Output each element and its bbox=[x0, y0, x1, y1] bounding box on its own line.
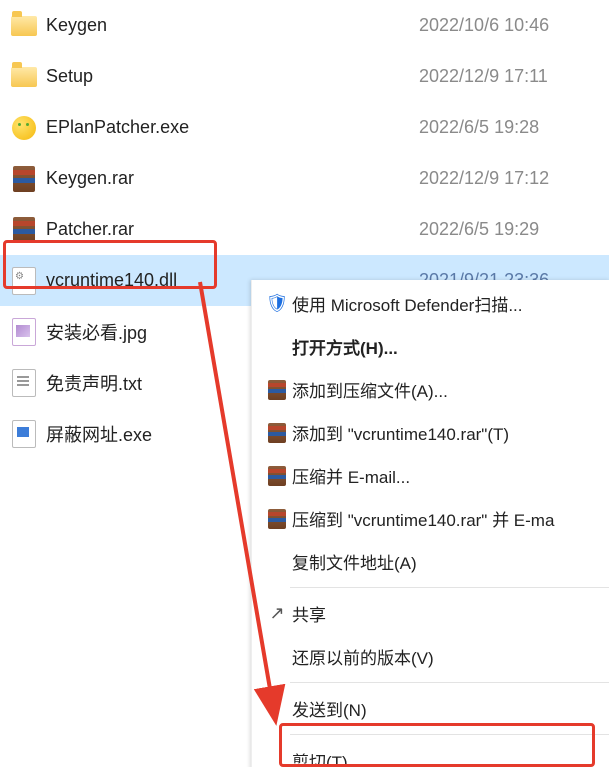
txt-icon bbox=[10, 369, 38, 397]
menu-label: 共享 bbox=[292, 601, 326, 626]
menu-label: 发送到(N) bbox=[292, 696, 367, 721]
menu-label: 压缩到 "vcruntime140.rar" 并 E-ma bbox=[292, 506, 554, 531]
menu-label: 打开方式(H)... bbox=[292, 334, 398, 359]
file-date: 2022/6/5 19:28 bbox=[419, 117, 609, 138]
share-icon: ↗ bbox=[262, 604, 292, 624]
menu-item-compress-email[interactable]: 压缩并 E-mail... bbox=[252, 454, 609, 497]
blank-icon bbox=[262, 552, 292, 572]
menu-label: 使用 Microsoft Defender扫描... bbox=[292, 291, 523, 316]
file-name: Keygen.rar bbox=[46, 168, 419, 189]
rar-icon bbox=[10, 216, 38, 244]
blank-icon bbox=[262, 699, 292, 719]
dll-icon bbox=[10, 267, 38, 295]
file-date: 2022/6/5 19:29 bbox=[419, 219, 609, 240]
file-date: 2022/12/9 17:12 bbox=[419, 168, 609, 189]
file-name: Keygen bbox=[46, 15, 419, 36]
file-row[interactable]: Setup 2022/12/9 17:11 bbox=[0, 51, 609, 102]
menu-label: 剪切(T) bbox=[292, 748, 348, 767]
menu-separator bbox=[290, 734, 609, 735]
menu-item-add-to-rar[interactable]: 添加到 "vcruntime140.rar"(T) bbox=[252, 411, 609, 454]
exe-icon bbox=[10, 420, 38, 448]
folder-icon bbox=[10, 63, 38, 91]
blank-icon bbox=[262, 751, 292, 767]
file-name: Setup bbox=[46, 66, 419, 87]
menu-label: 添加到压缩文件(A)... bbox=[292, 377, 448, 402]
file-date: 2022/12/9 17:11 bbox=[419, 66, 609, 87]
rar-icon bbox=[10, 165, 38, 193]
rar-icon bbox=[262, 380, 292, 400]
shield-icon: 🛡 bbox=[262, 294, 292, 314]
blank-icon bbox=[262, 647, 292, 667]
menu-item-compress-to-rar-email[interactable]: 压缩到 "vcruntime140.rar" 并 E-ma bbox=[252, 497, 609, 540]
file-name: Patcher.rar bbox=[46, 219, 419, 240]
menu-item-restore-version[interactable]: 还原以前的版本(V) bbox=[252, 635, 609, 678]
file-row[interactable]: EPlanPatcher.exe 2022/6/5 19:28 bbox=[0, 102, 609, 153]
blank-icon bbox=[262, 337, 292, 357]
file-row[interactable]: Keygen.rar 2022/12/9 17:12 bbox=[0, 153, 609, 204]
menu-label: 添加到 "vcruntime140.rar"(T) bbox=[292, 420, 509, 445]
exe-icon bbox=[10, 114, 38, 142]
menu-separator bbox=[290, 682, 609, 683]
menu-label: 还原以前的版本(V) bbox=[292, 644, 434, 669]
menu-separator bbox=[290, 587, 609, 588]
file-name: EPlanPatcher.exe bbox=[46, 117, 419, 138]
menu-item-defender-scan[interactable]: 🛡 使用 Microsoft Defender扫描... bbox=[252, 282, 609, 325]
context-menu: 🛡 使用 Microsoft Defender扫描... 打开方式(H)... … bbox=[251, 280, 609, 767]
menu-item-send-to[interactable]: 发送到(N) bbox=[252, 687, 609, 730]
rar-icon bbox=[262, 423, 292, 443]
menu-item-add-archive[interactable]: 添加到压缩文件(A)... bbox=[252, 368, 609, 411]
menu-label: 压缩并 E-mail... bbox=[292, 463, 410, 488]
menu-item-share[interactable]: ↗ 共享 bbox=[252, 592, 609, 635]
menu-item-copy-path[interactable]: 复制文件地址(A) bbox=[252, 540, 609, 583]
file-date: 2022/10/6 10:46 bbox=[419, 15, 609, 36]
rar-icon bbox=[262, 466, 292, 486]
rar-icon bbox=[262, 509, 292, 529]
menu-item-open-with[interactable]: 打开方式(H)... bbox=[252, 325, 609, 368]
menu-label: 复制文件地址(A) bbox=[292, 549, 417, 574]
folder-icon bbox=[10, 12, 38, 40]
file-row[interactable]: Keygen 2022/10/6 10:46 bbox=[0, 0, 609, 51]
file-row[interactable]: Patcher.rar 2022/6/5 19:29 bbox=[0, 204, 609, 255]
menu-item-cut[interactable]: 剪切(T) bbox=[252, 739, 609, 767]
jpg-icon bbox=[10, 318, 38, 346]
